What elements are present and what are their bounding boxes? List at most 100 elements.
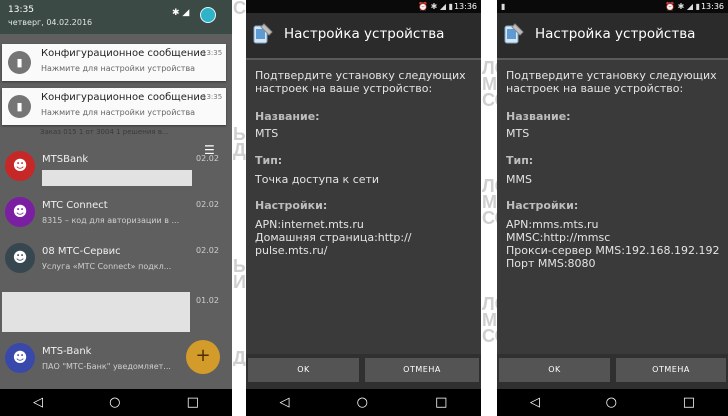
navigation-bar: ◁ ○ □ — [0, 389, 232, 416]
name-label: Название: — [255, 110, 320, 123]
status-bar: ▮ ⏰ ✱ ◢ ▮ 13:36 — [497, 0, 728, 13]
navigation-bar: ◁ ○ □ — [497, 389, 728, 416]
intro-line: Подтвердите установку следующих — [506, 69, 717, 82]
user-avatar-icon[interactable] — [200, 7, 216, 23]
message-date: 02.02 — [196, 154, 219, 163]
notification-status-icon: ▮ — [501, 2, 506, 11]
navigation-bar: ◁ ○ □ — [246, 389, 481, 416]
settings-line: Домашняя страница:http:// — [255, 231, 412, 244]
sender-name: MTS-Bank — [42, 346, 92, 357]
bg-fragment: СБ — [233, 0, 246, 18]
settings-line: APN:mms.mts.ru — [506, 218, 599, 231]
status-icons: ⏰ ✱ ◢ ▮ — [418, 2, 453, 11]
background-text-left: СБ ЫЕ Д ЫЕ И Д — [233, 0, 246, 366]
type-value: Точка доступа к сети — [255, 173, 380, 186]
notification-title: Конфигурационное сообщение — [41, 48, 207, 59]
list-item-mts-service[interactable]: ☻ 08 МТС-Сервис Услуга «МТС Connect» под… — [0, 238, 232, 284]
status-time: 13:36 — [453, 2, 477, 11]
dialog-title: Настройка устройства — [535, 26, 696, 42]
name-value: MTS — [255, 127, 279, 140]
message-preview: Услуга «МТС Connect» подкл... — [42, 262, 172, 271]
ok-button[interactable]: OK — [248, 358, 359, 382]
home-icon[interactable]: ○ — [109, 395, 120, 410]
back-icon[interactable]: ◁ — [280, 395, 290, 410]
settings-label: Настройки: — [255, 199, 328, 212]
phone-dialog-internet: ⏰ ✱ ◢ ▮ 13:36 Настройка устройства Подтв… — [246, 0, 481, 416]
dialog-intro: Подтвердите установку следующих настроек… — [506, 69, 717, 95]
cancel-button[interactable]: ОТМЕНА — [365, 358, 479, 382]
settings-line: MMSC:http://mmsc — [506, 231, 611, 244]
background-text-right: ЛО МЕ СО ЛО МЕ СО ЛО МЕ СО — [482, 60, 497, 344]
sender-name: MTC Connect — [42, 200, 108, 211]
type-label: Тип: — [506, 154, 534, 167]
back-icon[interactable]: ◁ — [530, 395, 540, 410]
bg-fragment: Д — [233, 140, 246, 160]
dialog-intro: Подтвердите установку следующих настроек… — [255, 69, 466, 95]
message-preview: 8315 – код для авторизации в ... — [42, 216, 180, 225]
bg-fragment: Д — [233, 348, 246, 366]
config-message-icon: ▮ — [8, 95, 31, 118]
back-icon[interactable]: ◁ — [33, 395, 43, 410]
list-item-redacted[interactable]: 01.02 — [0, 288, 232, 328]
message-date: 01.02 — [196, 296, 219, 305]
ok-button[interactable]: OK — [499, 358, 610, 382]
notification-config-message-2[interactable]: ▮ Конфигурационное сообщение Нажмите для… — [2, 88, 226, 125]
intro-line: Подтвердите установку следующих — [255, 69, 466, 82]
bg-fragment: И — [233, 272, 246, 292]
name-label: Название: — [506, 110, 571, 123]
intro-line: настроек на ваше устройство: — [506, 82, 684, 95]
new-message-fab[interactable]: + — [186, 340, 220, 374]
message-preview: ПАО "МТС-Банк" уведомляет... — [42, 362, 171, 371]
bg-fragment: СО — [482, 90, 497, 110]
bg-fragment: СО — [482, 208, 497, 228]
status-icons: ⏰ ✱ ◢ ▮ — [665, 2, 700, 11]
contact-avatar-icon: ☻ — [5, 151, 35, 181]
contact-avatar-icon: ☻ — [5, 343, 35, 373]
recents-icon[interactable]: □ — [435, 395, 447, 410]
cancel-button[interactable]: ОТМЕНА — [616, 358, 726, 382]
home-icon[interactable]: ○ — [606, 395, 617, 410]
signal-icon: ✱ ◢ — [172, 8, 190, 18]
message-date: 02.02 — [196, 200, 219, 209]
name-value: MTS — [506, 127, 530, 140]
dialog-header: Настройка устройства — [246, 13, 481, 60]
settings-app-icon — [504, 23, 524, 44]
list-item-mtc-connect[interactable]: ☻ MTC Connect 8315 – код для авторизации… — [0, 192, 232, 238]
settings-line: Прокси-сервер MMS:192.168.192.192 — [506, 244, 720, 257]
notification-time: 13:35 — [202, 93, 223, 101]
shade-time: 13:35 — [8, 5, 34, 15]
settings-app-icon — [253, 23, 273, 44]
status-bar: ⏰ ✱ ◢ ▮ 13:36 — [246, 0, 481, 13]
settings-values: APN:mms.mts.ru MMSC:http://mmsc Прокси-с… — [506, 218, 719, 270]
partially-hidden-preview: Заказ 015 1 от 3004 1 решения в... — [40, 128, 169, 136]
settings-line: Порт MMS:8080 — [506, 257, 596, 270]
notification-config-message-1[interactable]: ▮ Конфигурационное сообщение Нажмите для… — [2, 44, 226, 81]
notification-shade-header: 13:35 четверг, 04.02.2016 ✱ ◢ — [0, 0, 232, 34]
dialog-title: Настройка устройства — [284, 26, 445, 42]
settings-line: pulse.mts.ru/ — [255, 244, 328, 257]
type-label: Тип: — [255, 154, 283, 167]
home-icon[interactable]: ○ — [357, 395, 368, 410]
contact-avatar-icon: ☻ — [5, 197, 35, 227]
intro-line: настроек на ваше устройство: — [255, 82, 433, 95]
notification-title: Конфигурационное сообщение — [41, 92, 207, 103]
sender-name: 08 МТС-Сервис — [42, 246, 121, 257]
phone-dialog-mms: ▮ ⏰ ✱ ◢ ▮ 13:36 Настройка устройства Под… — [497, 0, 728, 416]
notification-subtitle: Нажмите для настройки устройства — [41, 108, 196, 117]
settings-label: Настройки: — [506, 199, 579, 212]
recents-icon[interactable]: □ — [187, 395, 199, 410]
sender-name: MTSBank — [42, 154, 89, 165]
bg-fragment: СО — [482, 326, 497, 344]
config-message-icon: ▮ — [8, 51, 31, 74]
redacted-bar — [42, 170, 192, 186]
dialog-header: Настройка устройства — [497, 13, 728, 60]
settings-line: APN:internet.mts.ru — [255, 218, 364, 231]
status-time: 13:36 — [700, 2, 724, 11]
type-value: MMS — [506, 173, 532, 186]
notification-subtitle: Нажмите для настройки устройства — [41, 64, 196, 73]
contact-avatar-icon: ☻ — [5, 243, 35, 273]
message-date: 02.02 — [196, 246, 219, 255]
recents-icon[interactable]: □ — [683, 395, 695, 410]
notification-time: 13:35 — [202, 49, 223, 57]
phone-notification-shade: 13:35 четверг, 04.02.2016 ✱ ◢ ▮ Конфигур… — [0, 0, 232, 416]
